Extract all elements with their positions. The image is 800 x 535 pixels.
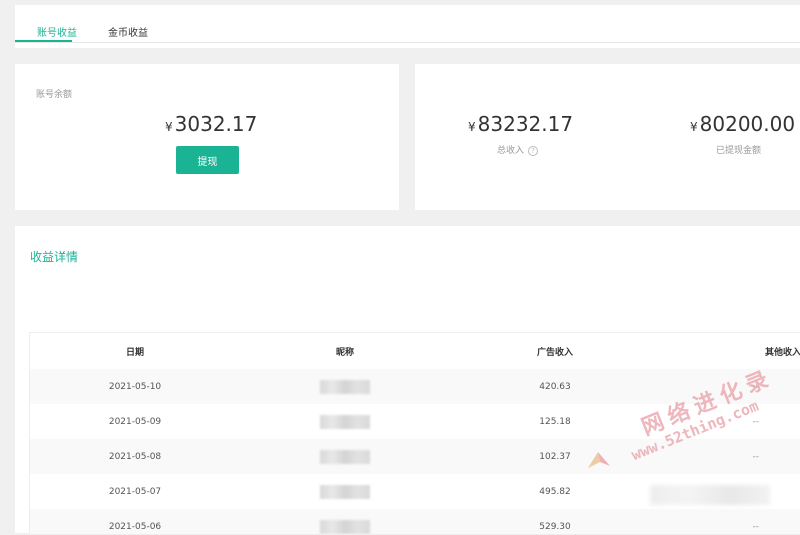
tab-account-earnings[interactable]: 账号收益 xyxy=(37,24,77,39)
detail-title: 收益详情 xyxy=(30,250,79,264)
summary-card: ¥83232.17 总收入? ¥80200.00 已提现金额 xyxy=(415,64,800,210)
row-nickname xyxy=(240,509,450,534)
column-header-nickname: 昵称 xyxy=(335,347,354,358)
row-nickname xyxy=(240,439,450,474)
column-header-other-income: 其他收入 xyxy=(764,347,800,358)
withdrawn-value: 80200.00 xyxy=(699,112,796,136)
question-circle-icon[interactable]: ? xyxy=(528,145,539,156)
row-other-income: -- xyxy=(752,486,760,497)
row-nickname xyxy=(240,404,450,439)
balance-label: 账号余额 xyxy=(36,90,73,100)
row-date: 2021-05-10 xyxy=(30,369,240,404)
row-date: 2021-05-09 xyxy=(108,416,162,427)
table-row: 2021-05-06 529.30 -- xyxy=(30,509,800,534)
row-other-income: -- xyxy=(660,509,800,534)
balance-card: 账号余额 ¥3032.17 提现 xyxy=(15,64,399,210)
blurred-nickname xyxy=(320,379,370,394)
blurred-nickname xyxy=(320,414,370,429)
blurred-nickname xyxy=(320,449,370,464)
row-date: 2021-05-08 xyxy=(30,439,240,474)
column-header-date: 日期 xyxy=(125,347,144,358)
column-header-ad-income: 广告收入 xyxy=(536,347,573,358)
row-nickname xyxy=(240,369,450,404)
row-ad-income: 420.63 xyxy=(450,369,660,404)
blurred-nickname xyxy=(320,519,370,534)
table-header-row: 日期 昵称 广告收入 其他收入 xyxy=(30,333,800,369)
row-date: 2021-05-06 xyxy=(30,509,240,534)
currency-symbol: ¥ xyxy=(165,120,173,134)
earnings-detail-panel: 收益详情 日期 昵称 广告收入 其他收入 2021-05-10 420.63 -… xyxy=(15,226,800,535)
withdraw-button[interactable]: 提现 xyxy=(176,146,239,174)
earnings-table: 日期 昵称 广告收入 其他收入 2021-05-10 420.63 -- 202… xyxy=(29,332,800,535)
table-row: 2021-05-10 420.63 -- xyxy=(30,369,800,404)
blurred-nickname xyxy=(320,484,370,499)
row-date: 2021-05-07 xyxy=(108,486,162,497)
row-other-income: -- xyxy=(660,369,800,404)
table-row: 2021-05-08 102.37 -- xyxy=(30,439,800,474)
row-ad-income: 529.30 xyxy=(450,509,660,534)
balance-value: 3032.17 xyxy=(174,112,258,136)
total-income-value: 83232.17 xyxy=(477,112,574,136)
withdrawn-label: 已提现金额 xyxy=(716,146,762,156)
currency-symbol: ¥ xyxy=(690,120,698,134)
row-ad-income: 102.37 xyxy=(450,439,660,474)
row-ad-income: 125.18 xyxy=(539,416,571,427)
total-income-label-wrap: 总收入? xyxy=(497,143,539,156)
currency-symbol: ¥ xyxy=(468,120,476,134)
balance-amount: ¥3032.17 xyxy=(165,112,257,136)
table-row: 2021-05-07 495.82 -- xyxy=(30,474,800,509)
row-nickname xyxy=(240,474,450,509)
total-income-amount: ¥83232.17 xyxy=(468,112,573,136)
total-income-label: 总收入 xyxy=(497,146,525,156)
withdrawn-amount: ¥80200.00 xyxy=(690,112,795,136)
row-other-income: -- xyxy=(660,439,800,474)
tabs-divider xyxy=(15,42,800,43)
row-other-income: -- xyxy=(752,416,760,427)
tab-coin-earnings[interactable]: 金币收益 xyxy=(108,24,148,39)
row-ad-income: 495.82 xyxy=(539,486,571,497)
table-row: 2021-05-09 125.18 -- xyxy=(30,404,800,439)
